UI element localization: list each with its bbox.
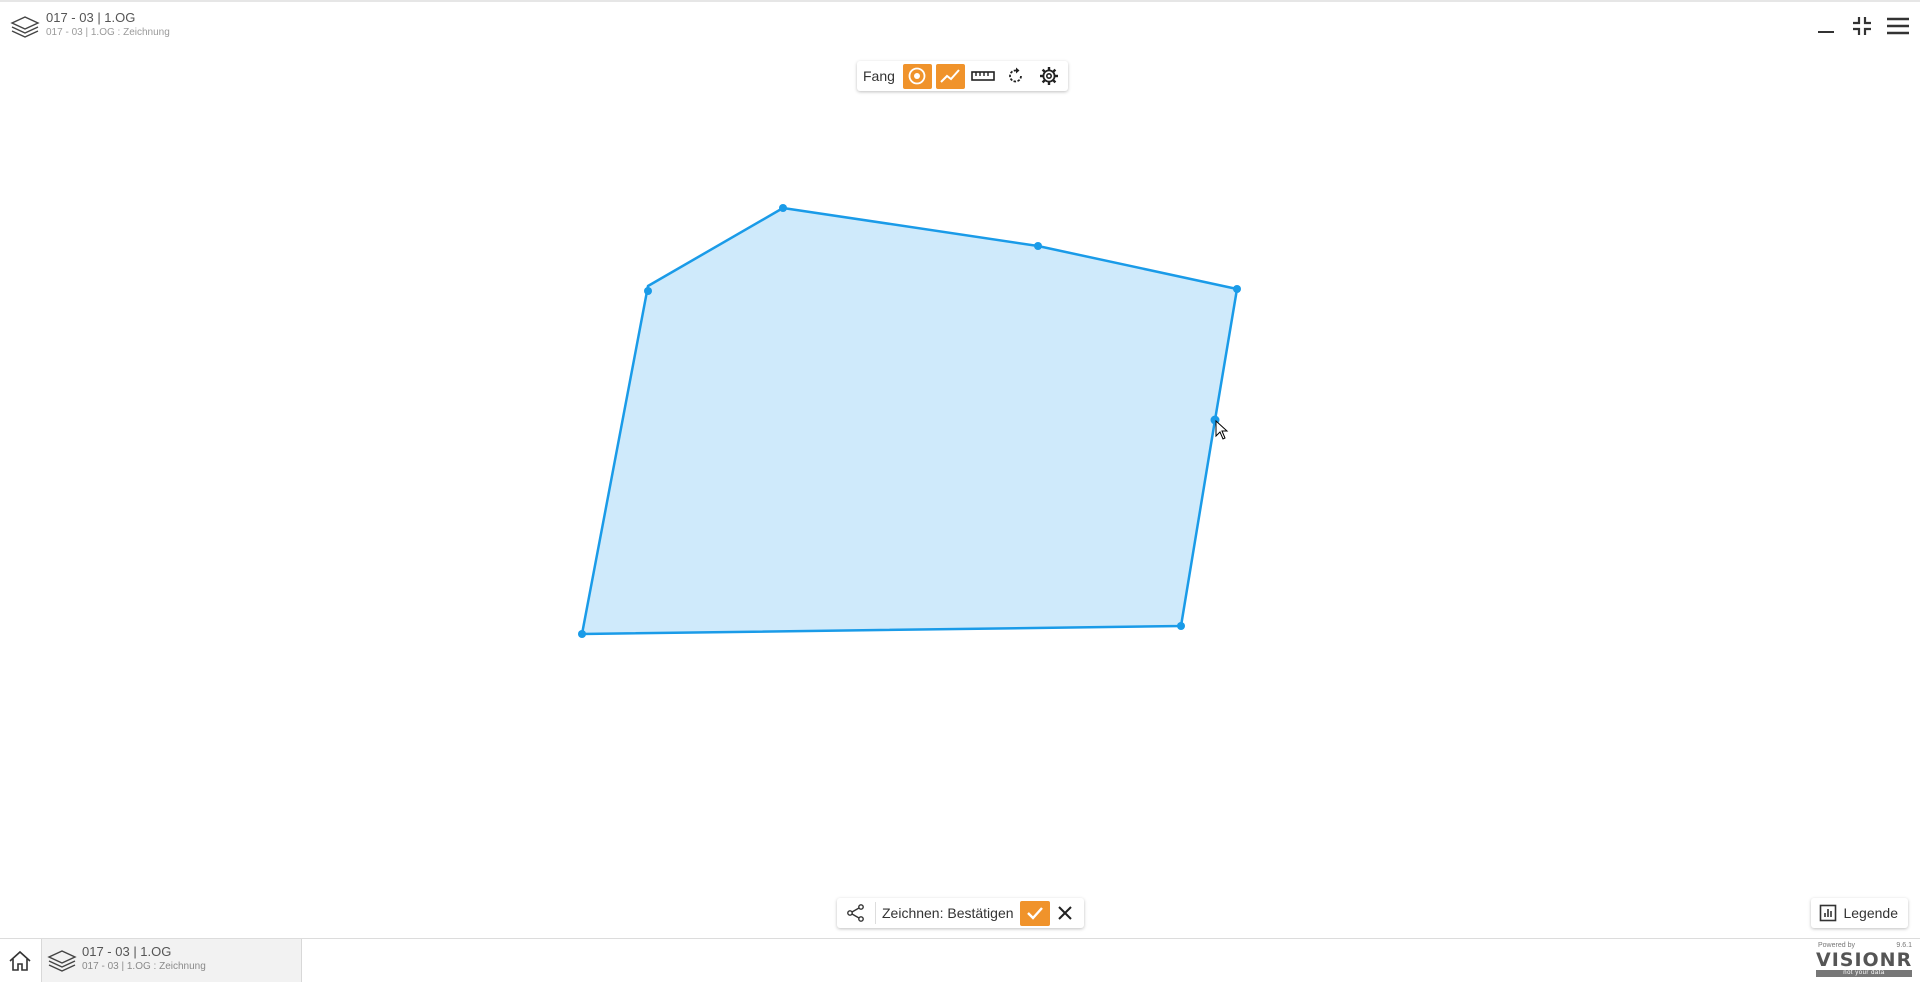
snap-toolbar: Fang (857, 61, 1068, 91)
share-icon[interactable] (843, 900, 869, 926)
ruler-icon[interactable] (969, 64, 998, 89)
divider (875, 902, 876, 924)
drawing-canvas[interactable] (0, 0, 1920, 981)
layer-tab[interactable]: 017 - 03 | 1.OG 017 - 03 | 1.OG : Zeichn… (41, 939, 302, 982)
tab-title: 017 - 03 | 1.OG (82, 944, 172, 959)
bottom-bar: 017 - 03 | 1.OG 017 - 03 | 1.OG : Zeichn… (0, 938, 1920, 982)
page-title: 017 - 03 | 1.OG (46, 10, 136, 25)
settings-icon[interactable] (1035, 64, 1064, 89)
snap-line-icon[interactable] (935, 63, 965, 89)
cancel-button[interactable] (1052, 900, 1078, 926)
draw-confirm-bar: Zeichnen: Bestätigen (837, 898, 1084, 928)
layers-icon (44, 943, 80, 979)
minimize-icon[interactable] (1812, 12, 1840, 40)
confirm-button[interactable] (1019, 900, 1050, 926)
snap-point-icon[interactable] (902, 63, 932, 89)
vertex-handle (779, 204, 787, 212)
legend-label: Legende (1843, 905, 1898, 921)
brand-logo: Powered by 9.6.1 VISIONR not your data (1812, 942, 1916, 978)
vertex-handle (578, 630, 586, 638)
home-icon[interactable] (0, 939, 40, 982)
logo-text: VISIONR (1816, 949, 1913, 971)
confirm-label: Zeichnen: Bestätigen (882, 905, 1014, 921)
snap-label: Fang (863, 68, 895, 84)
version-text: 9.6.1 (1896, 942, 1912, 949)
drawn-polygon[interactable] (580, 206, 1239, 636)
chart-icon (1820, 904, 1837, 922)
layers-icon[interactable] (8, 10, 42, 44)
tagline-text: not your data (1816, 970, 1912, 977)
rotate-icon[interactable] (1002, 64, 1031, 89)
tab-subtitle: 017 - 03 | 1.OG : Zeichnung (82, 961, 206, 972)
powered-by-text: Powered by (1818, 942, 1855, 949)
menu-icon[interactable] (1884, 12, 1912, 40)
vertex-handle (644, 287, 652, 295)
vertex-handle (1034, 242, 1042, 250)
collapse-icon[interactable] (1848, 12, 1876, 40)
vertex-handle (1233, 285, 1241, 293)
legend-button[interactable]: Legende (1811, 898, 1908, 928)
vertex-handle (1177, 622, 1185, 630)
window-controls (1812, 12, 1912, 40)
page-subtitle: 017 - 03 | 1.OG : Zeichnung (46, 27, 170, 38)
header: 017 - 03 | 1.OG 017 - 03 | 1.OG : Zeichn… (8, 10, 170, 44)
mouse-cursor (1215, 419, 1229, 440)
